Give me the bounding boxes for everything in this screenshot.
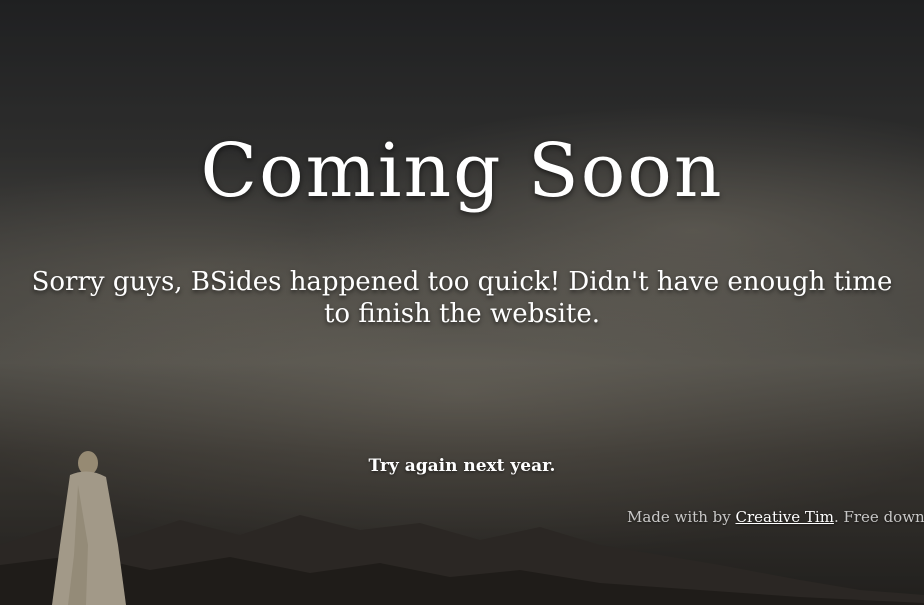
- try-again-message: Try again next year.: [368, 456, 556, 476]
- footer-credits: Made with by Creative Tim. Free download…: [627, 508, 924, 526]
- footer-middle: . Free download: [833, 508, 924, 526]
- page-title: Coming Soon: [200, 128, 724, 214]
- footer-prefix: Made with by: [627, 508, 736, 526]
- coming-soon-page: Coming Soon Sorry guys, BSides happened …: [0, 0, 924, 605]
- subtitle-text: Sorry guys, BSides happened too quick! D…: [31, 267, 893, 329]
- creative-tim-link[interactable]: Creative Tim: [736, 508, 834, 526]
